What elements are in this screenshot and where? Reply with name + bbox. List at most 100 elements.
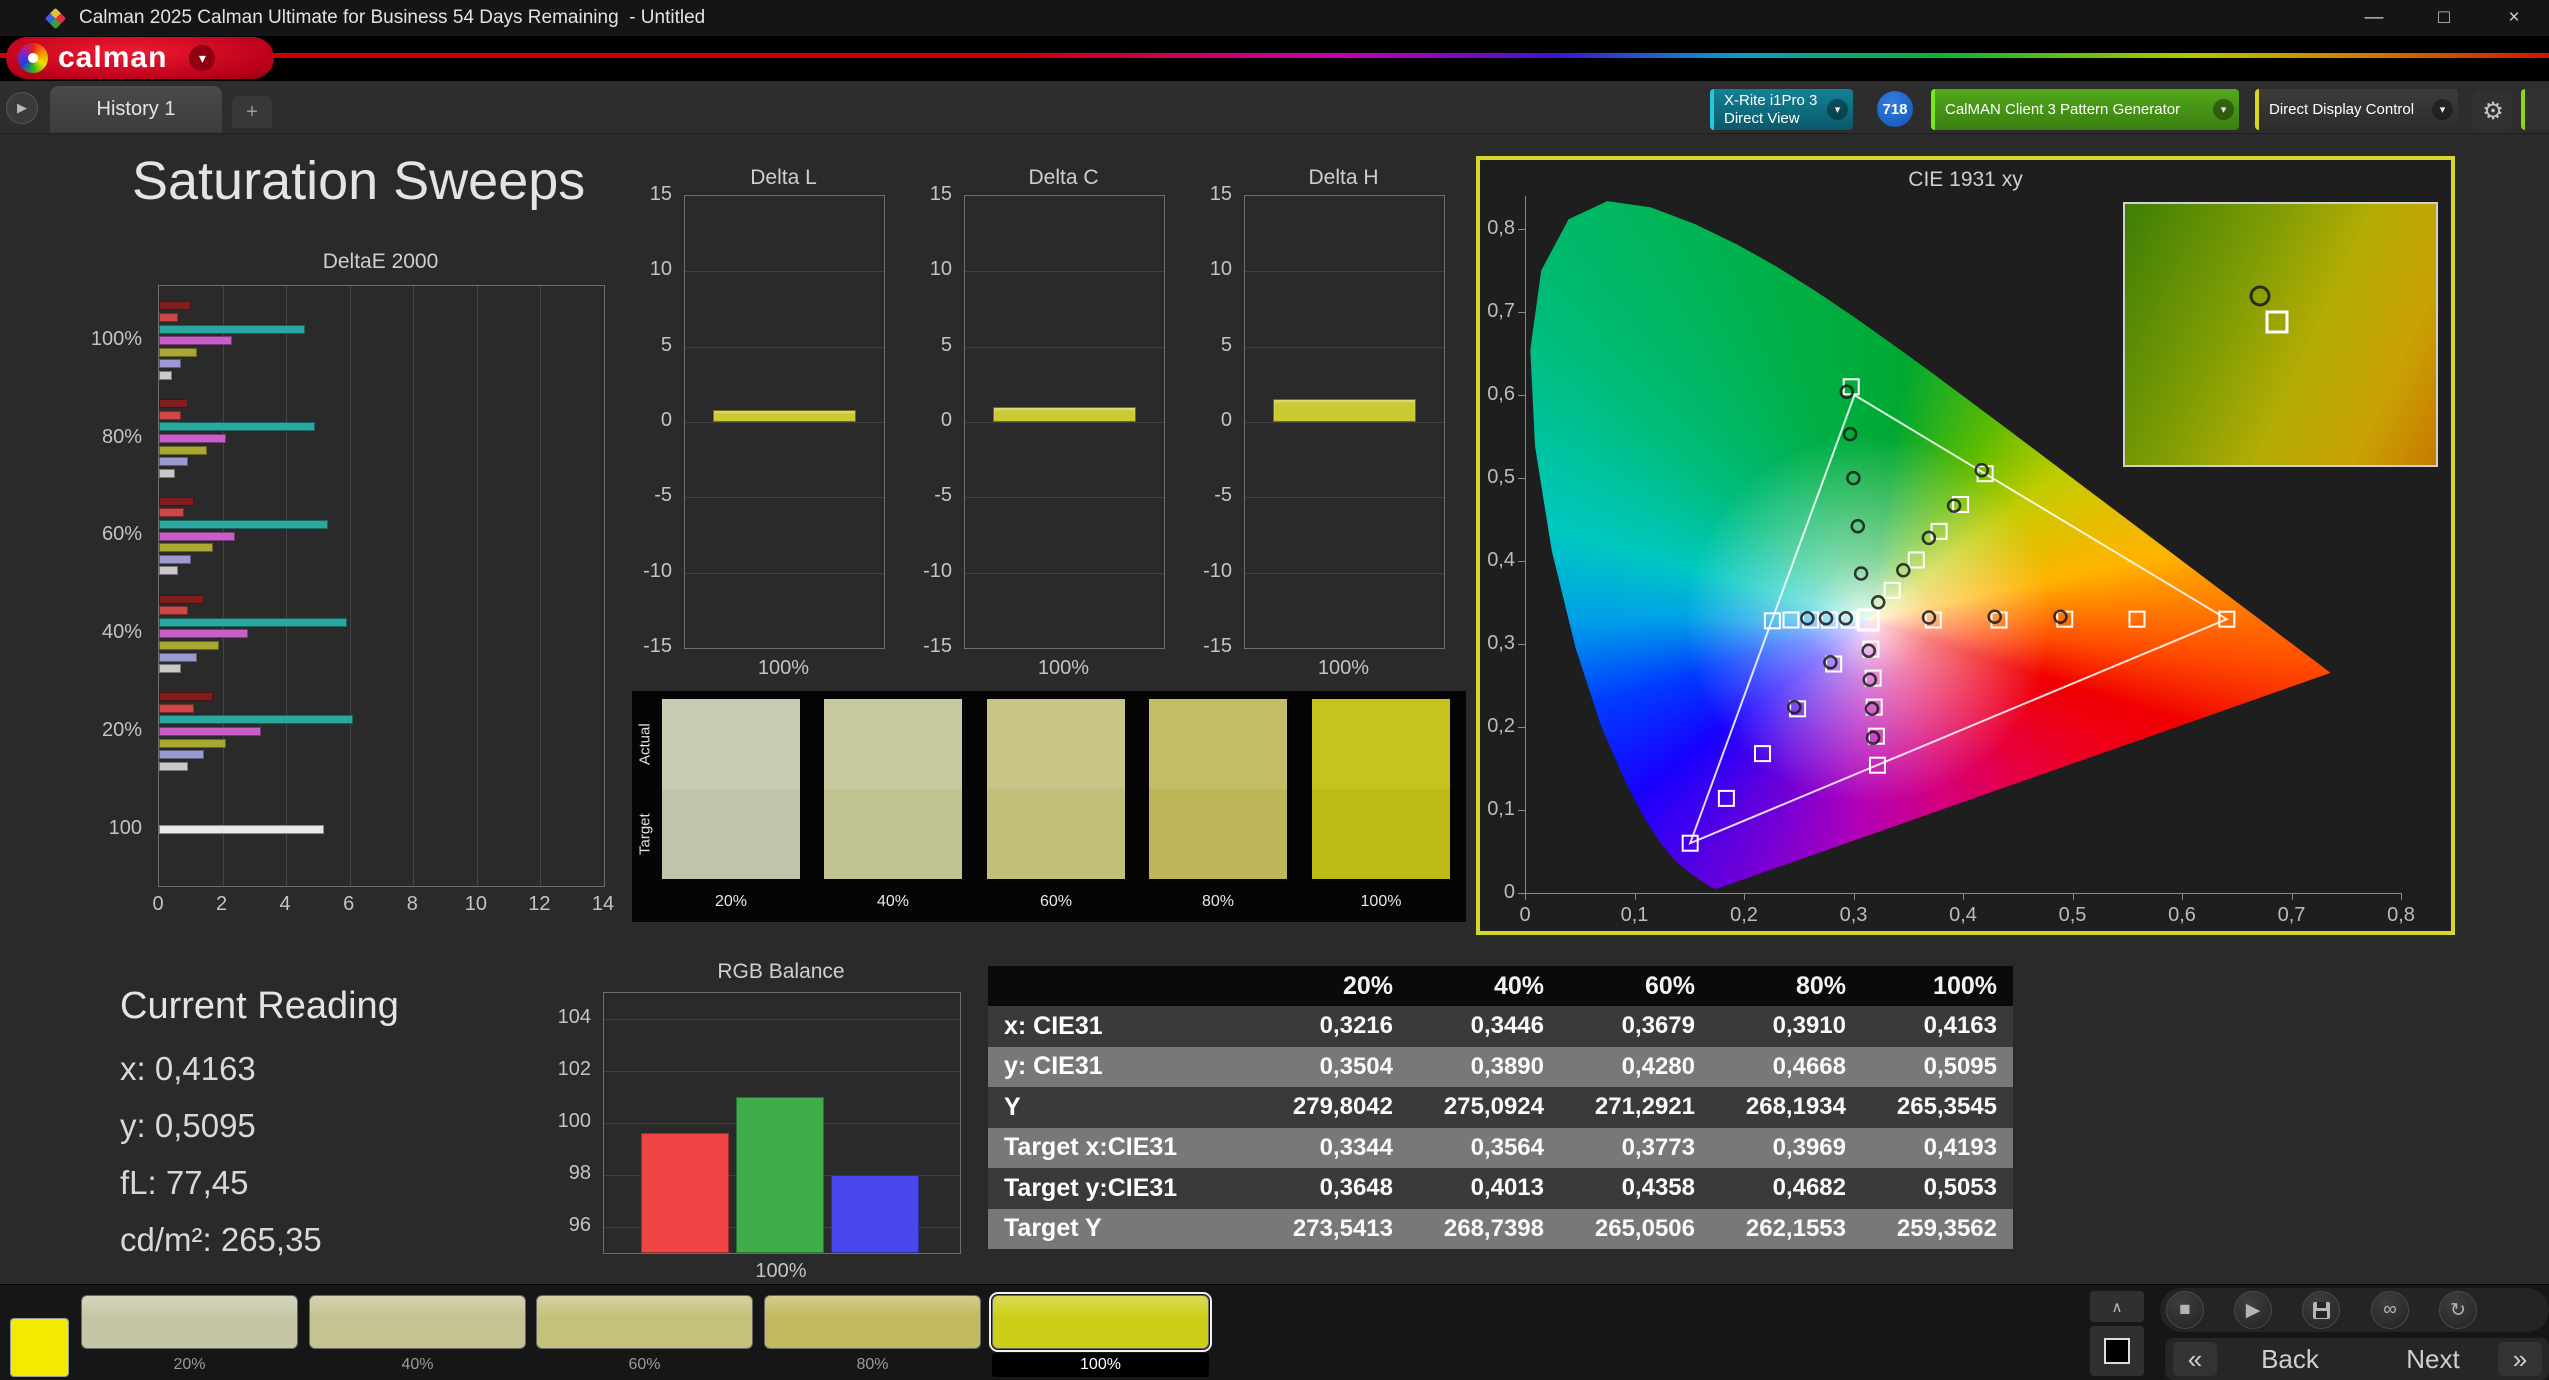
patch-label: 20% [714, 893, 748, 910]
deltae-bar [159, 359, 182, 369]
meter-label: X-Rite i1Pro 3 Direct View [1710, 92, 1817, 128]
x-tick-label: 0 [1519, 904, 1531, 926]
patch-button-80%[interactable]: 80% [764, 1285, 981, 1379]
pattern-window-icon [2104, 1338, 2130, 1364]
x-tick [1525, 893, 1526, 900]
display-control-dropdown[interactable]: Direct Display Control ▾ [2255, 89, 2458, 130]
table-row: x: CIE31 0,3216 0,3446 0,3679 0,3910 0,4163 [988, 1006, 2013, 1047]
table-cell: 0,3648 [1319, 1174, 1393, 1202]
patch-button-40%[interactable]: 40% [309, 1285, 526, 1379]
table-row-label: Target y:CIE31 [1004, 1173, 1178, 1202]
table-cell: 262,1553 [1745, 1214, 1846, 1242]
tab-toolbar: ▶ History 1 + X-Rite i1Pro 3 Direct View… [0, 81, 2549, 134]
last-page-button[interactable]: » [2498, 1342, 2542, 1376]
save-button[interactable] [2302, 1291, 2340, 1329]
rgb-x-label: 100% [755, 1260, 807, 1282]
stop-button[interactable]: ■ [2166, 1291, 2204, 1329]
reading-line: cd/m²: 265,35 [120, 1221, 322, 1258]
x-tick-label: 0,3 [1839, 904, 1868, 926]
delta-value-bar [1273, 399, 1416, 422]
gridline [965, 346, 1164, 348]
media-controls-bar [2160, 1288, 2549, 1332]
tab-scroll-button[interactable]: ▶ [6, 92, 38, 124]
measured-marker [1861, 643, 1876, 658]
patch-columns: 20% 40% 60% 80% 100% [632, 691, 1466, 922]
close-button[interactable]: × [2479, 0, 2549, 36]
table-cell: 268,7398 [1443, 1214, 1544, 1242]
patch-button-100%[interactable]: 100% [989, 1285, 1212, 1379]
x-tick-label: 6 [343, 893, 355, 915]
deltae-bar [159, 640, 220, 650]
y-tick-label: -10 [1203, 559, 1232, 582]
delta-l-x-label: 100% [757, 657, 810, 679]
x-tick [1744, 893, 1745, 900]
window-title: Calman 2025 Calman Ultimate for Business… [79, 7, 706, 28]
target-marker [1782, 611, 1800, 629]
pattern-window-button[interactable] [2089, 1325, 2145, 1377]
table-cell: 265,3545 [1896, 1093, 1997, 1121]
x-tick-label: 8 [406, 893, 418, 915]
gridline [604, 1071, 960, 1072]
table-cell: 279,8042 [1292, 1093, 1393, 1121]
y-tick-label: -5 [1214, 484, 1232, 507]
y-tick-label: 40% [101, 621, 142, 644]
deltae-bar [159, 594, 204, 604]
deltae-bar [159, 336, 233, 346]
table-header-cell: 40% [1493, 971, 1544, 1000]
measured-marker [1853, 566, 1869, 581]
collapse-panel-button[interactable]: ∧ [2089, 1290, 2145, 1323]
patch-swatch [309, 1295, 526, 1349]
patch-button-20%[interactable]: 20% [81, 1285, 298, 1379]
first-page-button[interactable]: « [2173, 1342, 2217, 1376]
link-button[interactable]: ∞ [2371, 1291, 2409, 1329]
measured-marker [1870, 595, 1886, 610]
deltae-bar [159, 457, 188, 467]
delta-c-plot-area [964, 195, 1165, 649]
save-icon [2312, 1301, 2330, 1319]
deltae-bar [159, 531, 236, 541]
close-icon: × [2508, 7, 2520, 28]
gridline [1245, 422, 1444, 423]
table-header-cell: 20% [1342, 971, 1393, 1000]
play-button[interactable]: ▶ [2234, 1291, 2272, 1329]
x-tick-label: 0 [152, 893, 164, 915]
deltae-bar [159, 692, 213, 702]
measured-marker [1864, 701, 1880, 717]
refresh-button[interactable]: ↻ [2439, 1291, 2477, 1329]
maximize-button[interactable]: □ [2409, 0, 2479, 36]
logo-bar: calman ▾ [0, 36, 2549, 81]
deltae-y-axis: 100% 80% 60% 40% 20% 100 [58, 285, 150, 885]
y-tick [1518, 229, 1525, 231]
minimize-button[interactable]: — [2339, 0, 2409, 36]
patch-swatch [764, 1295, 981, 1349]
calman-menu-caret-icon: ▾ [189, 45, 216, 71]
y-tick-label: 0 [660, 409, 672, 431]
next-button[interactable]: Next [2368, 1342, 2498, 1376]
patch-button-60%[interactable]: 60% [536, 1285, 753, 1379]
rgb-bar-green [736, 1097, 824, 1253]
table-cell: 0,3504 [1319, 1052, 1393, 1080]
y-tick-label: 60% [101, 523, 142, 546]
x-tick-label: 0,2 [1730, 904, 1758, 926]
x-tick [2291, 893, 2293, 900]
deltae-bar [159, 347, 198, 357]
tab-history-1[interactable]: History 1 [50, 86, 222, 133]
y-tick-label: 10 [929, 258, 952, 281]
table-cell: 0,3564 [1470, 1133, 1544, 1161]
deltae-bar [159, 750, 204, 760]
meter-status-badge[interactable]: 718 [1877, 91, 1913, 127]
settings-button[interactable]: ⚙ [2473, 91, 2513, 131]
inset-markers [2249, 285, 2289, 334]
meter-line2: Direct View [1724, 109, 1800, 127]
calman-app-window: Calman 2025 Calman Ultimate for Business… [0, 0, 2549, 1380]
calman-menu-button[interactable]: calman ▾ [6, 37, 274, 79]
edge-panel-button[interactable] [2521, 89, 2549, 130]
add-tab-button[interactable]: + [232, 96, 272, 128]
x-tick-label: 0,6 [2168, 904, 2196, 926]
gridline [1245, 572, 1444, 574]
back-button[interactable]: Back [2220, 1342, 2360, 1376]
x-tick-label: 12 [528, 893, 551, 915]
gridline [685, 422, 884, 423]
meter-dropdown[interactable]: X-Rite i1Pro 3 Direct View ▾ [1710, 89, 1853, 130]
pattern-generator-dropdown[interactable]: CalMAN Client 3 Pattern Generator ▾ [1931, 89, 2239, 130]
